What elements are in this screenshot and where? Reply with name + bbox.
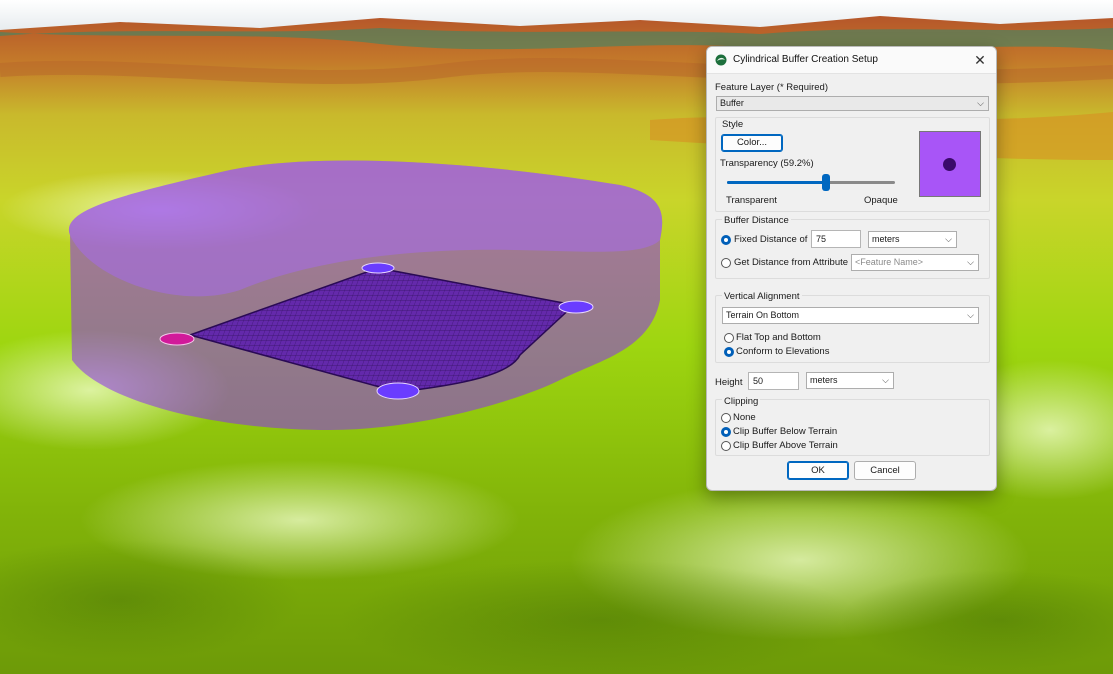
fixed-distance-input[interactable]: 75 [811,230,861,248]
dialog-titlebar[interactable]: Cylindrical Buffer Creation Setup ✕ [707,47,996,74]
clip-above-label: Clip Buffer Above Terrain [733,440,838,451]
chevron-down-icon: ⌵ [882,375,889,385]
height-units-value: meters [810,375,838,385]
feature-layer-dropdown[interactable]: Buffer ⌵ [716,96,989,111]
attribute-name-dropdown[interactable]: <Feature Name> ⌵ [851,254,979,271]
clip-below-radio[interactable] [721,427,731,437]
dialog-title: Cylindrical Buffer Creation Setup [733,54,878,65]
conform-elevations-label: Conform to Elevations [736,346,830,357]
height-label: Height [715,377,743,388]
attribute-distance-radio[interactable] [721,258,731,268]
feature-layer-label: Feature Layer (* Required) [715,82,828,93]
flat-top-bottom-label: Flat Top and Bottom [736,332,821,343]
clip-none-label: None [733,412,756,423]
feature-layer-value: Buffer [720,98,744,108]
chevron-down-icon: ⌵ [977,98,984,108]
height-units-dropdown[interactable]: meters ⌵ [806,372,894,389]
vertical-alignment-value: Terrain On Bottom [726,310,800,320]
clip-none-radio[interactable] [721,413,731,423]
fixed-distance-units-dropdown[interactable]: meters ⌵ [868,231,957,248]
transparent-label: Transparent [726,195,777,206]
fixed-distance-label: Fixed Distance of [734,234,808,245]
style-preview-swatch [919,131,981,197]
opaque-label: Opaque [864,195,898,206]
attribute-name-placeholder: <Feature Name> [855,257,924,267]
color-button[interactable]: Color... [721,134,783,152]
clip-below-label: Clip Buffer Below Terrain [733,426,838,437]
attribute-distance-label: Get Distance from Attribute [734,257,849,268]
fixed-distance-radio[interactable] [721,235,731,245]
buffer-distance-label: Buffer Distance [722,215,791,226]
close-icon[interactable]: ✕ [970,50,990,70]
clipping-label: Clipping [722,396,761,407]
point-symbol-icon [943,158,956,171]
transparency-label: Transparency (59.2%) [720,158,814,169]
transparency-slider-thumb[interactable] [822,174,831,191]
flat-top-bottom-radio[interactable] [724,333,734,343]
style-label: Style [722,119,744,130]
chevron-down-icon: ⌵ [945,234,952,244]
height-input[interactable]: 50 [748,372,799,390]
chevron-down-icon: ⌵ [967,310,974,320]
fixed-distance-units-value: meters [872,234,900,244]
app-logo-icon [715,54,727,66]
ok-button[interactable]: OK [787,461,849,480]
chevron-down-icon: ⌵ [967,257,974,267]
clip-above-radio[interactable] [721,441,731,451]
buffer-setup-dialog: Cylindrical Buffer Creation Setup ✕ Feat… [706,46,997,491]
vertical-alignment-dropdown[interactable]: Terrain On Bottom ⌵ [722,307,979,324]
transparency-slider-fill [727,181,827,184]
conform-elevations-radio[interactable] [724,347,734,357]
vertical-alignment-label: Vertical Alignment [722,291,802,302]
cancel-button[interactable]: Cancel [854,461,916,480]
